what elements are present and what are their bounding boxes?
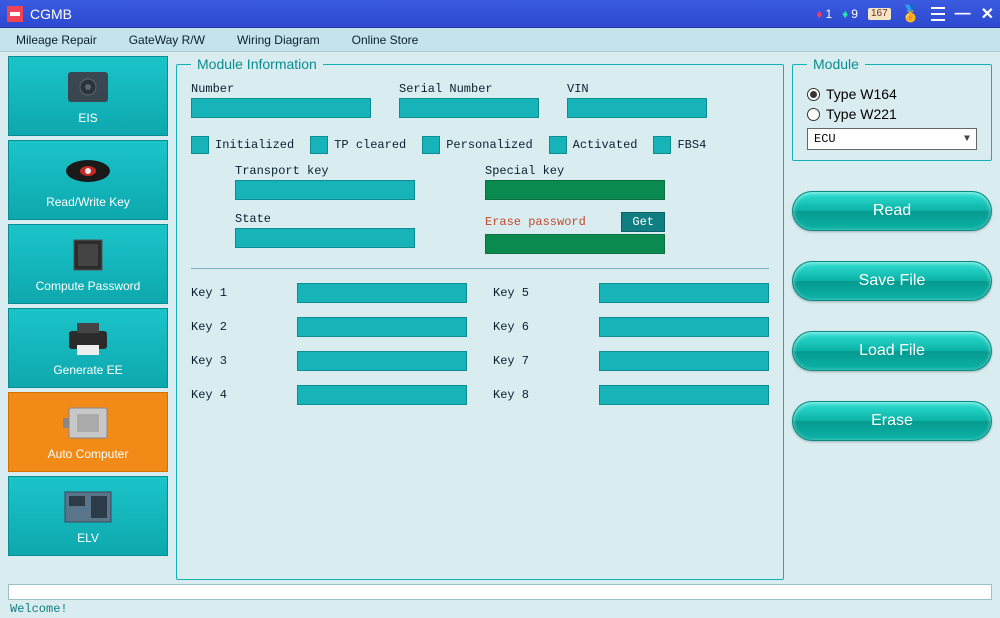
erase-button[interactable]: Erase	[792, 401, 992, 441]
sidebar-item-compute-password[interactable]: Compute Password	[8, 224, 168, 304]
titlebar-status: ♦1 ♦9 167 🏅	[816, 4, 920, 24]
flag-activated: Activated	[549, 136, 638, 154]
module-panel: Module Type W164 Type W221 ECU ▼	[792, 56, 992, 161]
radio-label: Type W164	[826, 86, 897, 102]
erase-password-field	[485, 234, 665, 254]
sidebar-item-generate-ee[interactable]: Generate EE	[8, 308, 168, 388]
flag-tp-cleared: TP cleared	[310, 136, 406, 154]
number-label: Number	[191, 82, 371, 96]
radio-icon	[807, 108, 820, 121]
sidebar-item-label: Compute Password	[36, 279, 141, 293]
radio-icon	[807, 88, 820, 101]
serial-number-field	[399, 98, 539, 118]
printer-icon	[60, 319, 116, 359]
minimize-button[interactable]: —	[955, 5, 971, 23]
key-1-field	[297, 283, 467, 303]
gem-green-count: 9	[851, 7, 858, 21]
key-8-field	[599, 385, 769, 405]
sidebar: EIS Read/Write Key Compute Password Gene…	[8, 56, 168, 580]
module-dropdown[interactable]: ECU ▼	[807, 128, 977, 150]
special-key-field	[485, 180, 665, 200]
module-information-panel: Module Information Number Serial Number …	[176, 56, 784, 580]
flag-initialized: Initialized	[191, 136, 294, 154]
sidebar-item-label: ELV	[77, 531, 99, 545]
status-text: Welcome!	[8, 600, 992, 616]
save-file-button[interactable]: Save File	[792, 261, 992, 301]
sidebar-item-read-write-key[interactable]: Read/Write Key	[8, 140, 168, 220]
key-fob-icon	[60, 151, 116, 191]
sidebar-item-label: Auto Computer	[48, 447, 129, 461]
key-7-label: Key 7	[493, 354, 573, 368]
flag-fbs4: FBS4	[653, 136, 706, 154]
ecu-icon	[60, 403, 116, 443]
module-panel-legend: Module	[807, 56, 865, 72]
key-6-label: Key 6	[493, 320, 573, 334]
menu-online-store[interactable]: Online Store	[352, 33, 419, 47]
special-key-label: Special key	[485, 164, 665, 178]
sidebar-item-label: Generate EE	[53, 363, 122, 377]
key-5-field	[599, 283, 769, 303]
sidebar-item-eis[interactable]: EIS	[8, 56, 168, 136]
load-file-button[interactable]: Load File	[792, 331, 992, 371]
medal-icon: 🏅	[901, 4, 921, 24]
calendar-badge: 167	[868, 8, 891, 20]
key-4-field	[297, 385, 467, 405]
state-field	[235, 228, 415, 248]
chevron-down-icon: ▼	[964, 134, 970, 145]
menu-wiring-diagram[interactable]: Wiring Diagram	[237, 33, 320, 47]
key-7-field	[599, 351, 769, 371]
radio-type-w164[interactable]: Type W164	[807, 86, 977, 102]
chip-icon	[60, 235, 116, 275]
get-button[interactable]: Get	[621, 212, 665, 232]
key-2-field	[297, 317, 467, 337]
sidebar-item-label: EIS	[78, 111, 97, 125]
checkbox-icon	[310, 136, 328, 154]
divider	[191, 268, 769, 269]
vin-label: VIN	[567, 82, 707, 96]
close-button[interactable]: ✕	[981, 4, 994, 24]
checkbox-icon	[549, 136, 567, 154]
key-1-label: Key 1	[191, 286, 271, 300]
serial-number-label: Serial Number	[399, 82, 539, 96]
safe-icon	[60, 67, 116, 107]
key-5-label: Key 5	[493, 286, 573, 300]
transport-key-label: Transport key	[235, 164, 415, 178]
read-button[interactable]: Read	[792, 191, 992, 231]
progress-bar	[8, 584, 992, 600]
sidebar-item-label: Read/Write Key	[46, 195, 130, 209]
checkbox-icon	[653, 136, 671, 154]
gem-red-count: 1	[825, 7, 832, 21]
erase-password-label: Erase password	[485, 215, 586, 229]
title-bar: CGMB ♦1 ♦9 167 🏅 — ✕	[0, 0, 1000, 28]
menu-mileage-repair[interactable]: Mileage Repair	[16, 33, 97, 47]
gem-red-icon: ♦	[816, 7, 822, 21]
state-label: State	[235, 212, 415, 226]
checkbox-icon	[422, 136, 440, 154]
key-6-field	[599, 317, 769, 337]
sidebar-item-elv[interactable]: ELV	[8, 476, 168, 556]
key-4-label: Key 4	[191, 388, 271, 402]
board-icon	[60, 487, 116, 527]
transport-key-field	[235, 180, 415, 200]
menu-gateway-rw[interactable]: GateWay R/W	[129, 33, 205, 47]
checkbox-icon	[191, 136, 209, 154]
gem-green-icon: ♦	[842, 7, 848, 21]
radio-label: Type W221	[826, 106, 897, 122]
app-title: CGMB	[30, 6, 72, 22]
flag-personalized: Personalized	[422, 136, 532, 154]
key-3-label: Key 3	[191, 354, 271, 368]
module-information-legend: Module Information	[191, 56, 323, 72]
key-8-label: Key 8	[493, 388, 573, 402]
key-2-label: Key 2	[191, 320, 271, 334]
vin-field	[567, 98, 707, 118]
hamburger-icon[interactable]	[931, 5, 945, 23]
number-field	[191, 98, 371, 118]
radio-type-w221[interactable]: Type W221	[807, 106, 977, 122]
key-3-field	[297, 351, 467, 371]
menu-bar: Mileage Repair GateWay R/W Wiring Diagra…	[0, 28, 1000, 52]
sidebar-item-auto-computer[interactable]: Auto Computer	[8, 392, 168, 472]
dropdown-value: ECU	[814, 132, 836, 146]
app-icon	[6, 5, 24, 23]
